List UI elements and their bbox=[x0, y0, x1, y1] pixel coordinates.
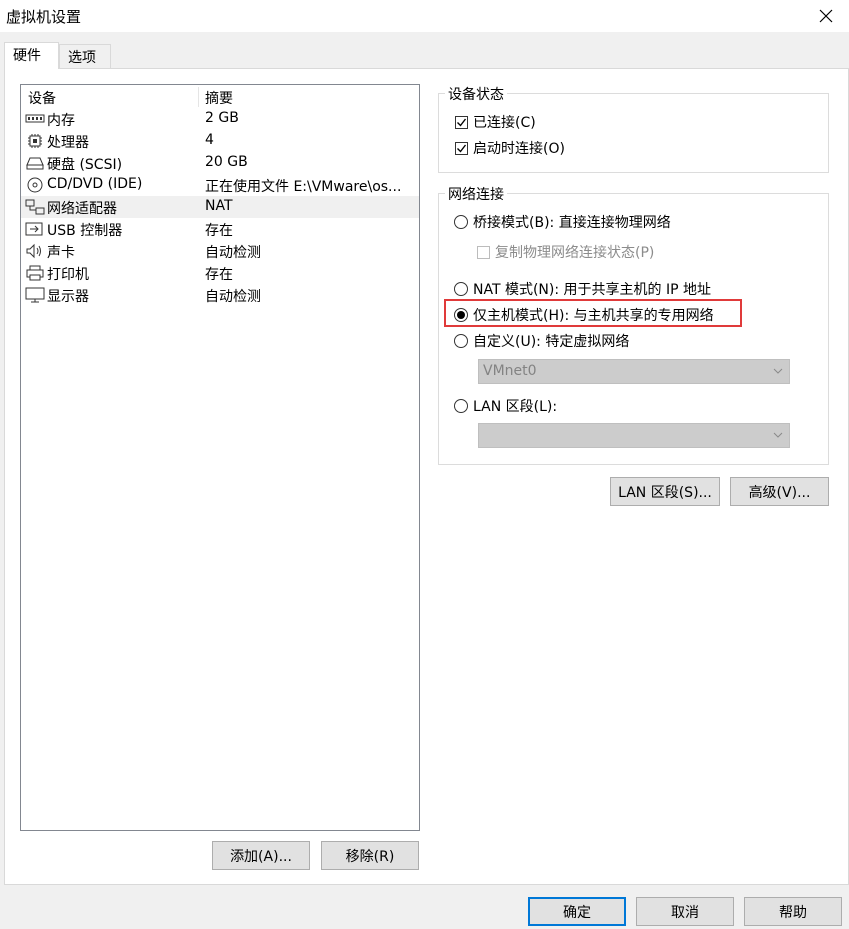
device-row-processor[interactable]: 处理器 4 bbox=[21, 130, 419, 152]
bridged-label: 桥接模式(B): 直接连接物理网络 bbox=[473, 215, 671, 231]
chevron-down-icon bbox=[773, 432, 783, 438]
usb-icon bbox=[25, 222, 43, 236]
connected-label: 已连接(C) bbox=[473, 115, 536, 131]
custom-network-select[interactable]: VMnet0 bbox=[478, 359, 790, 384]
device-name: 硬盘 (SCSI) bbox=[47, 157, 123, 173]
custom-radio[interactable]: 自定义(U): 特定虚拟网络 bbox=[454, 331, 629, 351]
network-connection-group: 网络连接 桥接模式(B): 直接连接物理网络 复制物理网络连接状态(P) NAT… bbox=[438, 184, 829, 465]
lan-segment-label: LAN 区段(L): bbox=[473, 399, 558, 415]
custom-label: 自定义(U): 特定虚拟网络 bbox=[473, 334, 630, 350]
device-summary: 20 GB bbox=[205, 154, 248, 170]
replicate-state-checkbox[interactable]: 复制物理网络连接状态(P) bbox=[477, 242, 654, 262]
remove-device-button[interactable]: 移除(R) bbox=[321, 841, 419, 870]
radio-circle[interactable] bbox=[454, 399, 468, 413]
close-button[interactable] bbox=[803, 0, 849, 32]
device-name: 处理器 bbox=[47, 135, 89, 151]
device-name: 内存 bbox=[47, 113, 75, 129]
radio-circle[interactable] bbox=[454, 334, 468, 348]
device-row-printer[interactable]: 打印机 存在 bbox=[21, 262, 419, 284]
cpu-icon bbox=[28, 134, 42, 148]
device-row-harddisk[interactable]: 硬盘 (SCSI) 20 GB bbox=[21, 152, 419, 174]
device-name: USB 控制器 bbox=[47, 223, 123, 239]
network-adapter-icon bbox=[25, 199, 45, 215]
device-summary: 存在 bbox=[205, 267, 233, 283]
ok-button[interactable]: 确定 bbox=[528, 897, 626, 926]
device-status-group: 设备状态 已连接(C) 启动时连接(O) bbox=[438, 84, 829, 173]
device-row-usb[interactable]: USB 控制器 存在 bbox=[21, 218, 419, 240]
device-summary: 2 GB bbox=[205, 110, 239, 126]
advanced-button[interactable]: 高级(V)... bbox=[730, 477, 829, 506]
checkmark-icon bbox=[457, 118, 467, 127]
device-summary: 4 bbox=[205, 132, 214, 148]
device-name: 网络适配器 bbox=[47, 201, 117, 217]
device-row-network-adapter[interactable]: 网络适配器 NAT bbox=[21, 196, 419, 218]
checkbox-box[interactable] bbox=[455, 141, 468, 155]
cancel-button[interactable]: 取消 bbox=[636, 897, 734, 926]
checkbox-box[interactable] bbox=[477, 245, 490, 259]
tab-options[interactable]: 选项 bbox=[59, 44, 111, 68]
nat-radio[interactable]: NAT 模式(N): 用于共享主机的 IP 地址 bbox=[454, 279, 711, 299]
column-header-summary[interactable]: 摘要 bbox=[205, 88, 233, 108]
device-summary: 自动检测 bbox=[205, 245, 261, 261]
bridged-radio[interactable]: 桥接模式(B): 直接连接物理网络 bbox=[454, 212, 671, 232]
column-divider[interactable] bbox=[198, 87, 199, 107]
cd-dvd-icon bbox=[27, 177, 43, 193]
device-name: 声卡 bbox=[47, 245, 75, 261]
chevron-down-icon bbox=[773, 368, 783, 374]
help-button[interactable]: 帮助 bbox=[744, 897, 842, 926]
device-status-title: 设备状态 bbox=[445, 84, 507, 104]
close-icon bbox=[819, 9, 833, 23]
replicate-state-label: 复制物理网络连接状态(P) bbox=[495, 245, 655, 261]
lan-segment-select[interactable] bbox=[478, 423, 790, 448]
sound-card-icon bbox=[26, 243, 41, 259]
device-list-header: 设备 摘要 bbox=[21, 85, 419, 107]
add-device-button[interactable]: 添加(A)... bbox=[212, 841, 310, 870]
connect-on-power-checkbox[interactable]: 启动时连接(O) bbox=[455, 138, 565, 158]
device-list[interactable]: 设备 摘要 内存 2 GB 处理器 4 硬盘 (SCSI) 20 GB CD/D… bbox=[20, 84, 420, 831]
checkmark-icon bbox=[457, 144, 467, 153]
device-summary: 正在使用文件 E:\VMware\os... bbox=[205, 179, 402, 195]
device-summary: 自动检测 bbox=[205, 289, 261, 305]
column-header-device[interactable]: 设备 bbox=[28, 88, 56, 108]
nat-label: NAT 模式(N): 用于共享主机的 IP 地址 bbox=[473, 282, 711, 298]
device-name: 打印机 bbox=[47, 267, 89, 283]
connected-checkbox[interactable]: 已连接(C) bbox=[455, 112, 536, 132]
window-title: 虚拟机设置 bbox=[6, 8, 82, 26]
printer-icon bbox=[26, 265, 44, 281]
highlight-annotation bbox=[444, 299, 742, 327]
network-connection-title: 网络连接 bbox=[445, 184, 507, 204]
device-row-memory[interactable]: 内存 2 GB bbox=[21, 108, 419, 130]
checkbox-box[interactable] bbox=[455, 115, 468, 129]
tab-hardware[interactable]: 硬件 bbox=[4, 42, 59, 69]
radio-circle[interactable] bbox=[454, 282, 468, 296]
custom-network-value: VMnet0 bbox=[483, 363, 537, 379]
device-summary: NAT bbox=[205, 198, 233, 214]
harddisk-icon bbox=[26, 157, 44, 170]
lan-segment-radio[interactable]: LAN 区段(L): bbox=[454, 396, 557, 416]
device-summary: 存在 bbox=[205, 223, 233, 239]
memory-icon bbox=[25, 114, 45, 123]
display-icon bbox=[25, 287, 45, 303]
device-row-sound-card[interactable]: 声卡 自动检测 bbox=[21, 240, 419, 262]
device-row-display[interactable]: 显示器 自动检测 bbox=[21, 284, 419, 306]
device-row-cd-dvd[interactable]: CD/DVD (IDE) 正在使用文件 E:\VMware\os... bbox=[21, 174, 419, 196]
lan-segments-button[interactable]: LAN 区段(S)... bbox=[610, 477, 720, 506]
device-name: 显示器 bbox=[47, 289, 89, 305]
device-name: CD/DVD (IDE) bbox=[47, 176, 143, 192]
title-bar: 虚拟机设置 bbox=[0, 0, 849, 32]
radio-circle[interactable] bbox=[454, 215, 468, 229]
connect-on-power-label: 启动时连接(O) bbox=[473, 141, 565, 157]
tab-panel: 设备 摘要 内存 2 GB 处理器 4 硬盘 (SCSI) 20 GB CD/D… bbox=[4, 68, 849, 885]
